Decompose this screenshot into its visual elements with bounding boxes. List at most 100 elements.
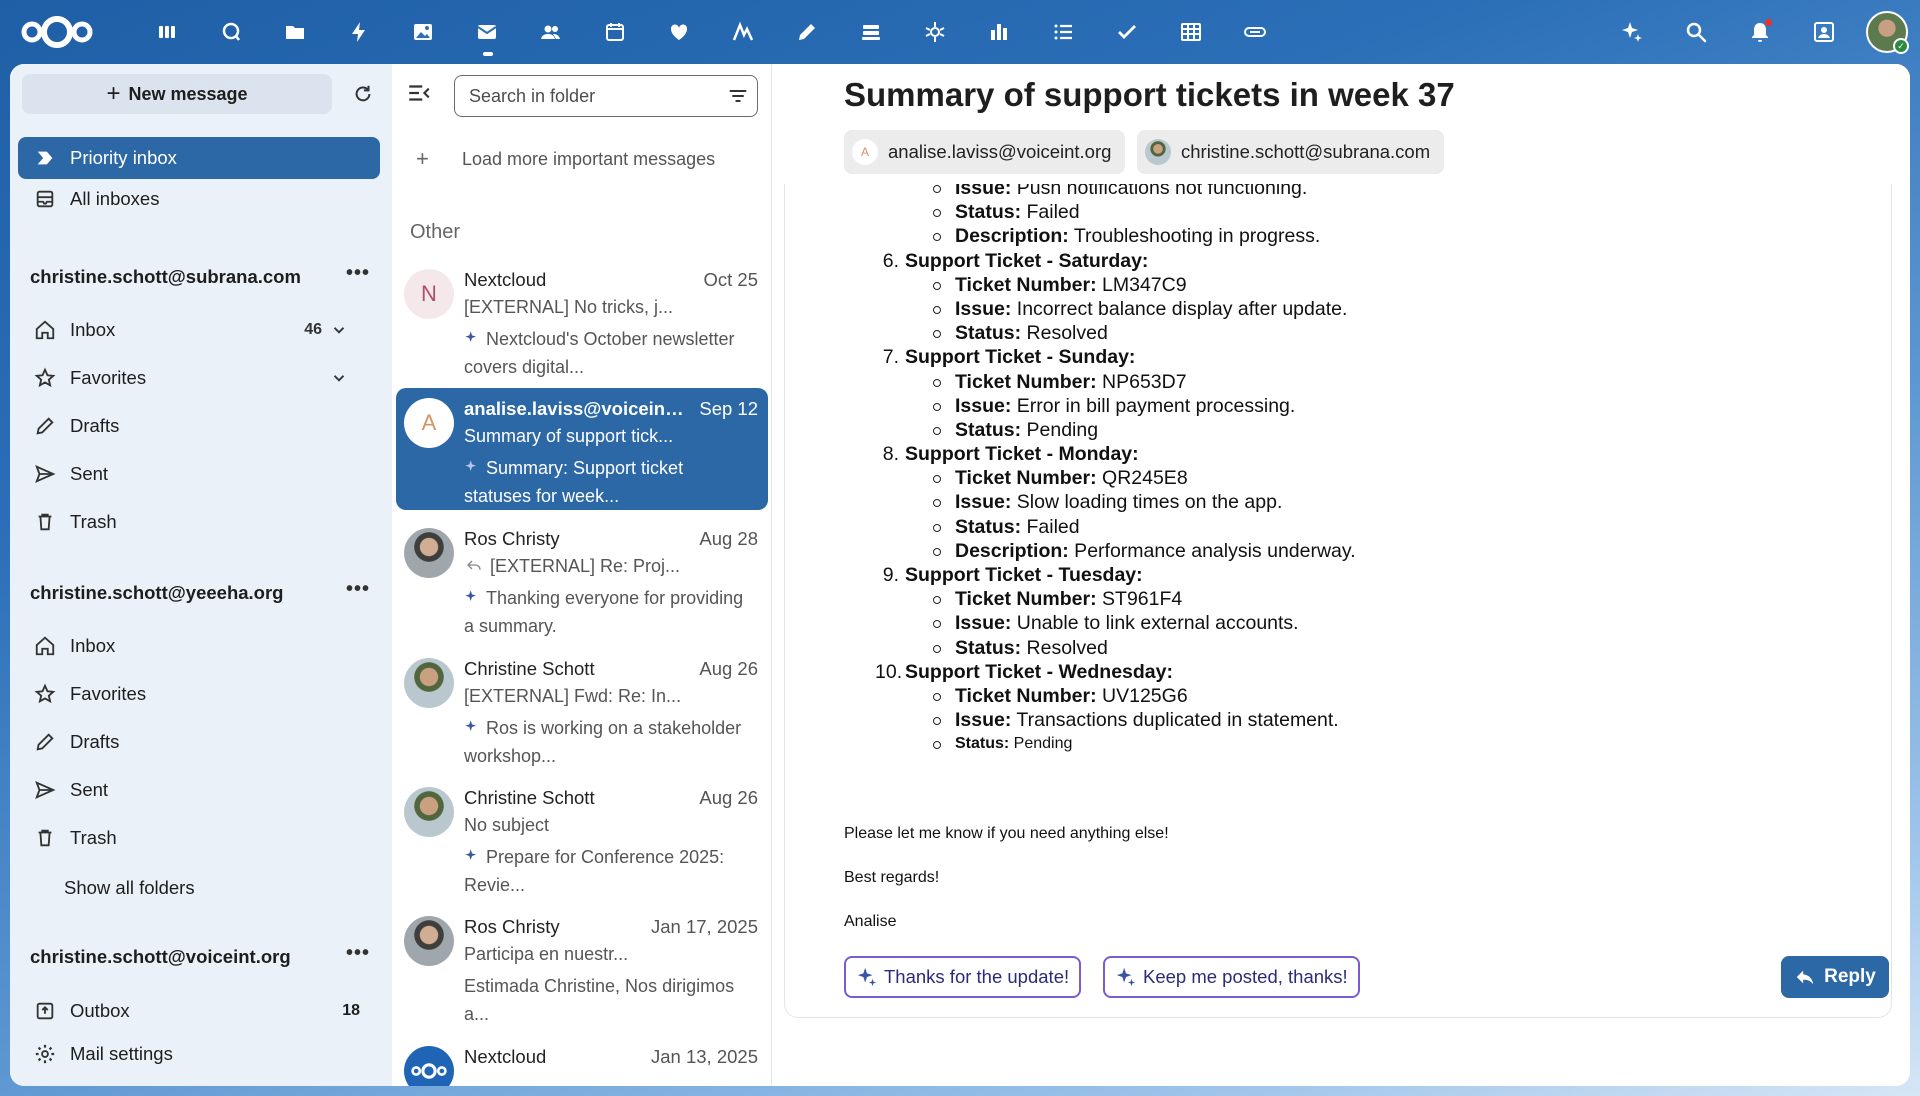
chevron-down-icon[interactable] bbox=[330, 321, 348, 339]
message-item[interactable]: Christine Schott Aug 26 [EXTERNAL] Fwd: … bbox=[396, 648, 768, 770]
nav-all-inboxes[interactable]: All inboxes bbox=[18, 178, 380, 220]
message-item[interactable]: Ros Christy Aug 28 [EXTERNAL] Re: Proj..… bbox=[396, 518, 768, 640]
nav-sent[interactable]: Sent bbox=[18, 453, 380, 495]
body-signature: Analise bbox=[844, 913, 897, 930]
chevron-down-icon[interactable] bbox=[330, 369, 348, 387]
nav-drafts[interactable]: Drafts bbox=[18, 405, 380, 447]
nav-favorites[interactable]: Favorites bbox=[18, 673, 380, 715]
app-ocs[interactable] bbox=[1223, 12, 1287, 52]
app-assistant[interactable] bbox=[903, 12, 967, 52]
ticket-list: Issue: Push notifications not functionin… bbox=[875, 184, 1356, 757]
nav-favorites[interactable]: Favorites bbox=[18, 357, 380, 399]
mail-icon bbox=[477, 25, 497, 39]
ticket-detail: Issue: Error in bill payment processing. bbox=[875, 394, 1356, 418]
chip-email: christine.schott@subrana.com bbox=[1181, 141, 1431, 162]
ticket-detail: Status: Pending bbox=[875, 418, 1356, 442]
contacts-menu-button[interactable] bbox=[1792, 10, 1856, 54]
user-avatar[interactable]: ✓ bbox=[1866, 11, 1909, 54]
app-tasks[interactable] bbox=[1031, 12, 1095, 52]
nav-inbox[interactable]: Inbox bbox=[18, 625, 380, 667]
talk-icon bbox=[222, 22, 240, 41]
message-item[interactable]: Ros Christy Jan 17, 2025 Participa en nu… bbox=[396, 906, 768, 1028]
ticket-detail: Ticket Number: LM347C9 bbox=[875, 273, 1356, 297]
notification-dot bbox=[1765, 19, 1772, 26]
detail-label: Status: bbox=[955, 515, 1022, 538]
unified-search-button[interactable] bbox=[1664, 10, 1728, 54]
app-contacts[interactable] bbox=[519, 12, 583, 52]
toggle-navigation-icon[interactable] bbox=[406, 80, 432, 106]
ticket-detail: Ticket Number: QR245E8 bbox=[875, 466, 1356, 490]
app-mail[interactable] bbox=[455, 12, 519, 56]
show-all-folders-link[interactable]: Show all folders bbox=[64, 877, 195, 899]
charts-icon bbox=[991, 24, 1007, 40]
app-tables[interactable] bbox=[1159, 12, 1223, 52]
account-menu-button[interactable]: ••• bbox=[346, 262, 370, 285]
filter-icon[interactable] bbox=[728, 86, 748, 106]
account-menu-button[interactable]: ••• bbox=[346, 578, 370, 601]
app-calendar[interactable] bbox=[583, 12, 647, 52]
nextcloud-logo-avatar bbox=[404, 1046, 454, 1086]
nav-inbox[interactable]: Inbox 46 bbox=[18, 309, 380, 351]
nav-outbox[interactable]: Outbox 18 bbox=[18, 990, 380, 1032]
to-recipient-chip[interactable]: christine.schott@subrana.com bbox=[1137, 130, 1445, 174]
app-photos[interactable] bbox=[391, 12, 455, 52]
pencil-icon bbox=[36, 733, 54, 751]
avatar bbox=[404, 528, 454, 578]
app-talk[interactable] bbox=[199, 12, 263, 52]
load-more-button[interactable]: + Load more important messages bbox=[392, 144, 772, 174]
nav-sent[interactable]: Sent bbox=[18, 769, 380, 811]
app-deck[interactable] bbox=[839, 12, 903, 52]
nav-drafts[interactable]: Drafts bbox=[18, 721, 380, 763]
detail-value: ST961F4 bbox=[1096, 588, 1183, 611]
account-menu-button[interactable]: ••• bbox=[346, 942, 370, 965]
message-item[interactable]: Christine Schott Aug 26 No subject Prepa… bbox=[396, 777, 768, 899]
avatar bbox=[1145, 139, 1171, 165]
message-item[interactable]: N Nextcloud Oct 25 [EXTERNAL] No tricks,… bbox=[396, 259, 768, 381]
app-analytics[interactable] bbox=[711, 12, 775, 52]
ticket-detail: Status: Pending bbox=[875, 732, 1356, 756]
app-charts[interactable] bbox=[967, 12, 1031, 52]
nav-trash[interactable]: Trash bbox=[18, 817, 380, 859]
list-number: 6. bbox=[882, 249, 899, 272]
new-message-button[interactable]: + New message bbox=[22, 74, 332, 114]
contacts-icon bbox=[541, 25, 560, 39]
nav-mail-settings[interactable]: Mail settings bbox=[18, 1033, 380, 1075]
ticket-detail: Status: Resolved bbox=[875, 321, 1356, 345]
message-subject: Participa en nuestr... bbox=[464, 944, 629, 964]
app-health[interactable] bbox=[647, 12, 711, 52]
assistant-button[interactable] bbox=[1600, 10, 1664, 54]
account-title: christine.schott@yeeeha.org bbox=[30, 582, 284, 603]
from-recipient-chip[interactable]: A analise.laviss@voiceint.org bbox=[844, 130, 1126, 174]
detail-label: Issue: bbox=[955, 491, 1012, 514]
nav-label: Inbox bbox=[70, 635, 116, 656]
message-item-selected[interactable]: A analise.laviss@voiceint.... Sep 12 Sum… bbox=[396, 388, 768, 510]
load-more-label: Load more important messages bbox=[462, 148, 716, 169]
smart-reply-button[interactable]: Thanks for the update! bbox=[844, 956, 1082, 998]
search-input[interactable] bbox=[454, 75, 758, 117]
sparkle-icon bbox=[465, 331, 476, 342]
app-activity[interactable] bbox=[327, 12, 391, 52]
nav-priority-inbox[interactable]: Priority inbox bbox=[18, 137, 380, 179]
smart-reply-button[interactable]: Keep me posted, thanks! bbox=[1103, 956, 1360, 998]
nextcloud-logo[interactable] bbox=[18, 14, 96, 50]
detail-label: Description: bbox=[955, 225, 1069, 248]
reply-button[interactable]: Reply bbox=[1781, 956, 1889, 998]
analytics-icon bbox=[732, 21, 754, 41]
nav-trash[interactable]: Trash bbox=[18, 501, 380, 543]
app-checklist[interactable] bbox=[1095, 12, 1159, 52]
health-icon bbox=[670, 24, 688, 40]
detail-label: Support Ticket - Monday: bbox=[905, 443, 1139, 466]
app-notes[interactable] bbox=[775, 12, 839, 52]
message-subject-title: Summary of support tickets in week 37 bbox=[844, 76, 1455, 113]
detail-label: Support Ticket - Saturday: bbox=[905, 249, 1149, 272]
message-subject: Summary of support tick... bbox=[464, 426, 674, 446]
notifications-button[interactable] bbox=[1728, 10, 1792, 54]
message-item[interactable]: Nextcloud Jan 13, 2025 bbox=[396, 1036, 768, 1086]
detail-value: LM347C9 bbox=[1096, 273, 1187, 296]
refresh-button[interactable] bbox=[345, 76, 381, 112]
detail-value: Pending bbox=[1021, 418, 1099, 441]
nav-label: Sent bbox=[70, 463, 109, 484]
app-dashboard[interactable] bbox=[135, 12, 199, 52]
app-menu bbox=[135, 12, 1287, 56]
app-files[interactable] bbox=[263, 12, 327, 52]
